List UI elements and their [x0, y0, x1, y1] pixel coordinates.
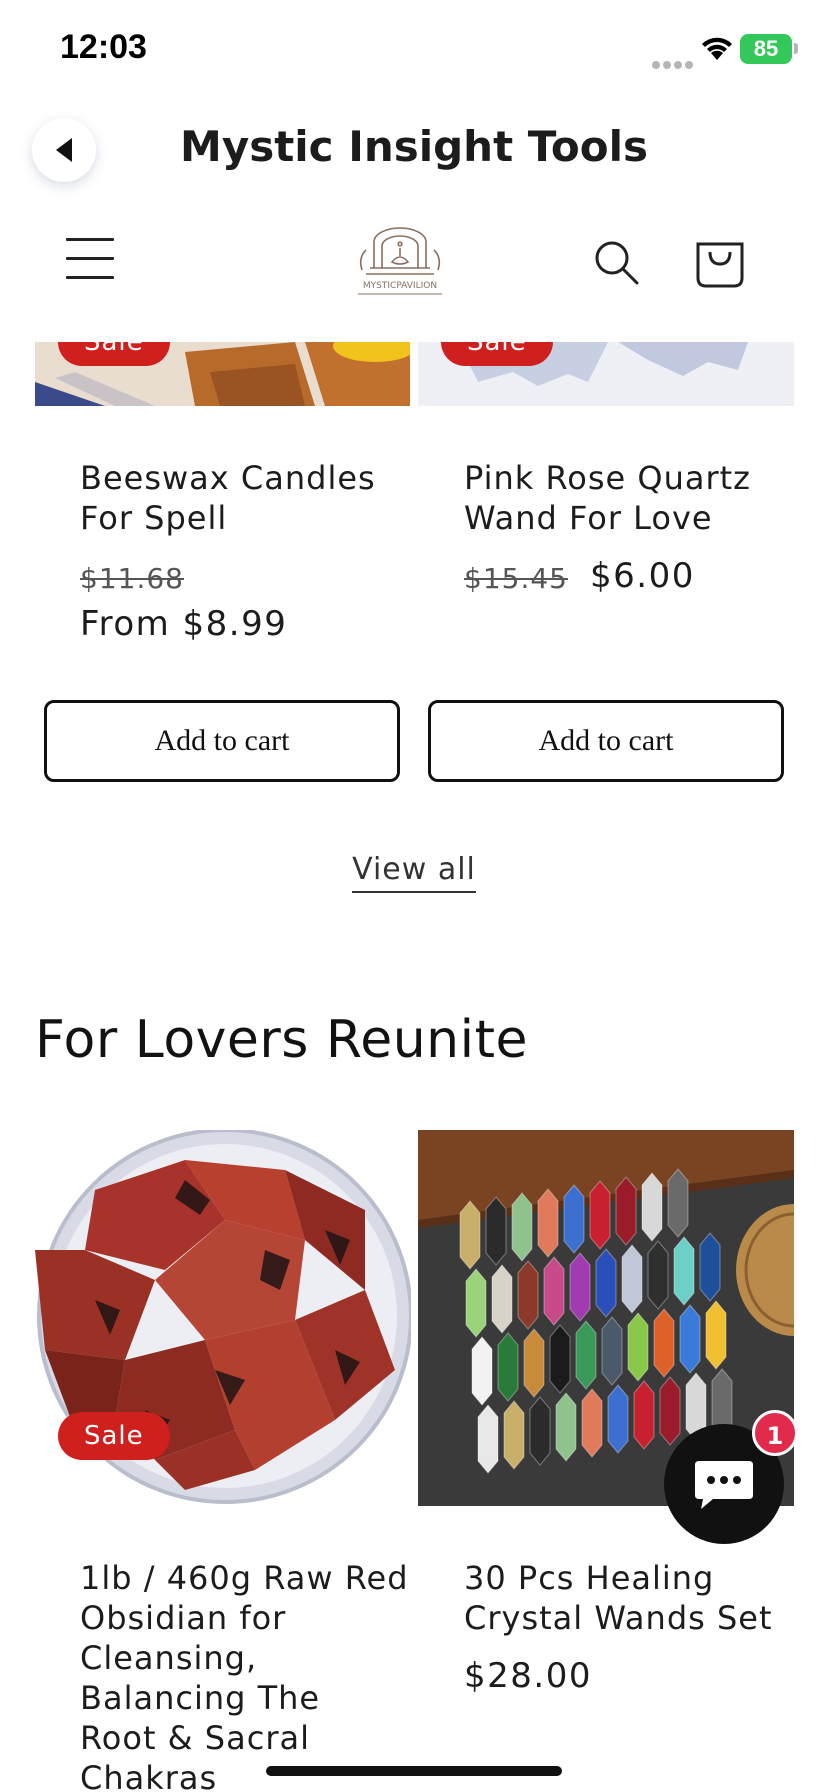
- product-title[interactable]: 1lb / 460g Raw Red Obsidian for Cleansin…: [80, 1558, 409, 1792]
- crystal-wand: [517, 1260, 539, 1330]
- crystal-wand: [627, 1312, 649, 1382]
- crystal-wand: [667, 1168, 689, 1238]
- logo-text: MYSTICPAVILION: [363, 281, 437, 291]
- crystal-wand: [491, 1264, 513, 1334]
- crystal-wand: [555, 1392, 577, 1462]
- crystal-wand: [641, 1172, 663, 1242]
- crystal-wand: [679, 1304, 701, 1374]
- crystal-wand: [529, 1396, 551, 1466]
- crystal-wand: [549, 1324, 571, 1394]
- view-all-text[interactable]: View all: [352, 852, 476, 893]
- crystal-wand: [705, 1300, 727, 1370]
- crystal-wand: [537, 1188, 559, 1258]
- crystal-wand: [465, 1268, 487, 1338]
- product-title[interactable]: Pink Rose Quartz Wand For Love: [464, 458, 751, 538]
- crystal-wand: [575, 1320, 597, 1390]
- product-title[interactable]: 30 Pcs Healing Crystal Wands Set: [464, 1558, 773, 1638]
- battery-indicator: 85: [740, 34, 792, 64]
- view-all-link: View all: [0, 852, 828, 893]
- crystal-wand: [633, 1380, 655, 1450]
- home-indicator: [266, 1766, 562, 1776]
- chat-icon: [695, 1461, 753, 1509]
- status-bar: 12:03 85: [0, 0, 828, 100]
- menu-icon[interactable]: [66, 238, 114, 280]
- battery-tip: [794, 43, 798, 54]
- product-image-red-obsidian[interactable]: Sale: [35, 1130, 411, 1506]
- crystal-wand: [601, 1316, 623, 1386]
- wifi-icon: [702, 37, 732, 60]
- add-to-cart-button[interactable]: Add to cart: [428, 700, 784, 782]
- crystal-wand: [589, 1180, 611, 1250]
- crystal-wand: [659, 1376, 681, 1446]
- crystal-wand: [621, 1244, 643, 1314]
- crystal-wand: [485, 1196, 507, 1266]
- crystal-wand: [615, 1176, 637, 1246]
- crystal-wand: [523, 1328, 545, 1398]
- crystal-wand: [477, 1404, 499, 1474]
- crystal-wand: [471, 1336, 493, 1406]
- sale-badge: Sale: [58, 342, 170, 366]
- sale-badge: Sale: [58, 1412, 170, 1460]
- product-image-quartz-wand[interactable]: Sale: [418, 342, 794, 406]
- crystal-wand: [543, 1256, 565, 1326]
- crystal-wand: [459, 1200, 481, 1270]
- section-heading: For Lovers Reunite: [35, 1010, 528, 1070]
- crystal-wand: [647, 1240, 669, 1310]
- price-sale: $6.00: [590, 556, 695, 596]
- price-sale: From $8.99: [80, 604, 288, 644]
- store-logo[interactable]: MYSTICPAVILION: [352, 222, 448, 302]
- crystal-wand: [563, 1184, 585, 1254]
- search-icon[interactable]: [592, 238, 640, 286]
- price-regular: $11.68: [80, 562, 184, 595]
- crystal-wand: [699, 1232, 721, 1302]
- add-to-cart-button[interactable]: Add to cart: [44, 700, 400, 782]
- crystal-wand: [497, 1332, 519, 1402]
- chat-notification-badge: 1: [752, 1410, 798, 1456]
- product-title[interactable]: Beeswax Candles For Spell: [80, 458, 376, 538]
- sale-badge: Sale: [441, 342, 553, 366]
- signal-icon: [652, 54, 696, 73]
- price-regular: $28.00: [464, 1656, 592, 1696]
- status-time: 12:03: [60, 28, 147, 66]
- crystal-wand: [511, 1192, 533, 1262]
- cart-icon[interactable]: [694, 234, 746, 288]
- price-regular: $15.45: [464, 562, 568, 595]
- crystal-wand: [653, 1308, 675, 1378]
- crystal-wand: [581, 1388, 603, 1458]
- page-title: Mystic Insight Tools: [180, 122, 648, 171]
- crystal-wand: [673, 1236, 695, 1306]
- crystal-wand: [503, 1400, 525, 1470]
- crystal-wand: [595, 1248, 617, 1318]
- crystal-wand: [607, 1384, 629, 1454]
- product-image-candles[interactable]: Sale: [35, 342, 410, 406]
- crystal-wand: [569, 1252, 591, 1322]
